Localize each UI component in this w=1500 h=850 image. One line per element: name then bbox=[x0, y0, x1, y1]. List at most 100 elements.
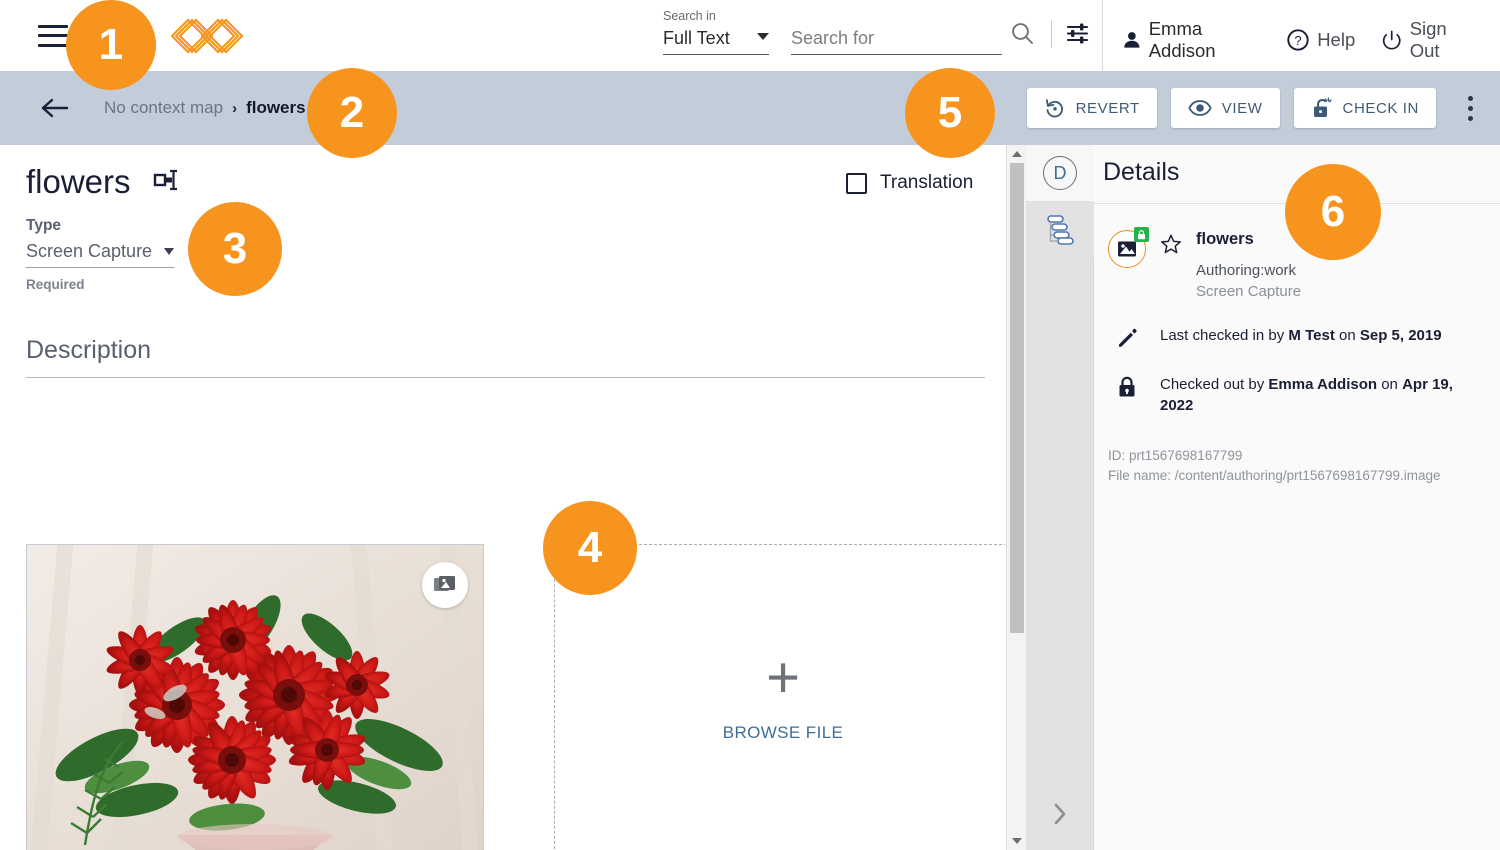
sidebar-item-hierarchy[interactable] bbox=[1026, 201, 1094, 257]
asset-type: Screen Capture bbox=[1196, 283, 1302, 300]
last-checked-in-row: Last checked in by M Test on Sep 5, 2019 bbox=[1108, 325, 1500, 349]
hamburger-icon[interactable] bbox=[38, 24, 68, 47]
more-vertical-icon[interactable] bbox=[1456, 91, 1484, 125]
last-checked-in-text: Last checked in by M Test on Sep 5, 2019 bbox=[1160, 325, 1460, 346]
back-arrow-icon[interactable] bbox=[40, 97, 70, 119]
callout-badge-6: 6 bbox=[1285, 164, 1381, 260]
browse-file-label[interactable]: BROWSE FILE bbox=[723, 723, 844, 743]
search-icon[interactable] bbox=[1010, 21, 1035, 51]
search-for-group bbox=[791, 24, 1002, 55]
hires-dropzone-wrap: + BROWSE FILE bbox=[554, 544, 1005, 850]
eye-icon bbox=[1188, 100, 1212, 116]
right-rail: D bbox=[1026, 145, 1094, 850]
asset-text-block: flowers Authoring:work Screen Capture bbox=[1196, 230, 1301, 300]
search-in-select[interactable]: Full Text bbox=[663, 24, 769, 55]
check-in-label: CHECK IN bbox=[1342, 99, 1419, 117]
chevron-right-icon: › bbox=[232, 99, 238, 117]
help-icon: ? bbox=[1287, 29, 1309, 51]
callout-badge-1: 1 bbox=[66, 0, 156, 90]
scrollbar-thumb[interactable] bbox=[1010, 163, 1024, 633]
expand-panel-button[interactable] bbox=[1026, 796, 1094, 832]
translation-label: Translation bbox=[880, 172, 974, 193]
scroll-down-arrow[interactable] bbox=[1007, 832, 1027, 850]
checked-out-prefix: Checked out by bbox=[1160, 376, 1269, 393]
breadcrumb: No context map › flowers bbox=[104, 98, 306, 118]
type-field: Type Screen Capture Required bbox=[26, 217, 1005, 292]
chevron-down-icon bbox=[757, 32, 769, 40]
scroll-up-arrow[interactable] bbox=[1007, 145, 1027, 163]
breadcrumb-action-bar: No context map › flowers REVERT VIEW CHE… bbox=[0, 71, 1500, 145]
callout-badge-3: 3 bbox=[188, 202, 282, 296]
asset-identifiers: ID: prt1567698167799 File name: /content… bbox=[1108, 446, 1500, 486]
last-checked-in-date: Sep 5, 2019 bbox=[1359, 327, 1442, 344]
brand-logo-icon[interactable] bbox=[168, 16, 246, 56]
chevron-right-icon bbox=[1054, 803, 1066, 825]
type-label: Type bbox=[26, 217, 62, 234]
checked-out-row: Checked out by Emma Addison on Apr 19, 2… bbox=[1108, 374, 1500, 416]
check-in-button[interactable]: CHECK IN bbox=[1293, 88, 1436, 128]
user-name-label: Emma Addison bbox=[1148, 18, 1216, 61]
search-input[interactable] bbox=[791, 24, 1002, 55]
photo-library-icon[interactable] bbox=[422, 562, 468, 608]
user-account-button[interactable]: Emma Addison bbox=[1122, 18, 1260, 62]
checked-out-actor: Emma Addison bbox=[1268, 376, 1378, 393]
type-select[interactable]: Screen Capture bbox=[26, 241, 174, 268]
description-title: Description bbox=[26, 336, 152, 364]
help-button[interactable]: ? Help bbox=[1286, 28, 1355, 52]
asset-name: flowers bbox=[1196, 230, 1254, 248]
power-icon bbox=[1383, 30, 1401, 50]
breadcrumb-root[interactable]: No context map bbox=[104, 98, 223, 118]
pencil-icon bbox=[1108, 325, 1146, 349]
header-vertical-divider bbox=[1102, 0, 1103, 71]
asset-subtitle: Authoring:work bbox=[1196, 262, 1297, 279]
rename-icon[interactable] bbox=[153, 169, 181, 196]
checked-out-middle: on bbox=[1377, 376, 1403, 393]
last-checked-in-prefix: Last checked in by bbox=[1160, 327, 1289, 344]
star-outline-icon[interactable] bbox=[1160, 233, 1182, 300]
lowres-thumbnail[interactable] bbox=[26, 544, 484, 850]
asset-id-line: ID: prt1567698167799 bbox=[1108, 448, 1243, 463]
d-circle-icon: D bbox=[1043, 156, 1077, 190]
search-in-group: Search in Full Text bbox=[663, 8, 769, 55]
translation-checkbox[interactable] bbox=[846, 172, 867, 194]
translation-checkbox-row[interactable]: Translation bbox=[846, 172, 973, 194]
main-scrollbar[interactable] bbox=[1006, 145, 1026, 850]
hires-dropzone[interactable]: + BROWSE FILE bbox=[554, 544, 1005, 850]
plus-icon: + bbox=[766, 645, 800, 710]
flowers-photo bbox=[27, 545, 483, 850]
top-header: Search in Full Text Search for Emma Addi… bbox=[0, 0, 1500, 71]
asset-file-name-line: File name: /content/authoring/prt1567698… bbox=[1108, 468, 1441, 483]
sign-out-button[interactable]: Sign Out bbox=[1381, 18, 1474, 62]
media-row: + BROWSE FILE bbox=[26, 544, 1005, 850]
callout-badge-4: 4 bbox=[543, 501, 637, 595]
callout-badge-2: 2 bbox=[307, 68, 397, 158]
sidebar-item-details[interactable]: D bbox=[1026, 145, 1094, 201]
breadcrumb-current: flowers bbox=[246, 98, 306, 117]
svg-text:?: ? bbox=[1295, 33, 1302, 48]
lock-icon bbox=[1108, 374, 1146, 398]
revert-icon bbox=[1045, 99, 1063, 118]
section-divider bbox=[26, 377, 985, 378]
view-button[interactable]: VIEW bbox=[1170, 88, 1280, 128]
help-label: Help bbox=[1317, 29, 1356, 50]
type-required-hint: Required bbox=[26, 277, 85, 292]
header-right-group: Emma Addison ? Help Sign Out bbox=[1122, 18, 1500, 62]
revert-label: REVERT bbox=[1075, 99, 1140, 117]
type-selected-value: Screen Capture bbox=[26, 241, 153, 261]
filter-settings-icon[interactable] bbox=[1065, 21, 1090, 51]
hierarchy-tree-icon bbox=[1047, 215, 1074, 245]
image-asset-icon bbox=[1108, 227, 1149, 268]
search-in-label: Search in bbox=[663, 9, 716, 23]
search-area: Search in Full Text bbox=[663, 8, 1002, 55]
green-lock-icon bbox=[1134, 227, 1149, 242]
last-checked-in-actor: M Test bbox=[1288, 327, 1335, 344]
action-buttons-group: REVERT VIEW CHECK IN bbox=[1026, 88, 1484, 128]
last-checked-in-middle: on bbox=[1334, 327, 1360, 344]
main-content: flowers Type Screen Capture Required Des… bbox=[0, 145, 1005, 850]
app-root: Search in Full Text Search for Emma Addi… bbox=[0, 0, 1500, 850]
chevron-down-icon bbox=[164, 248, 174, 255]
view-label: VIEW bbox=[1221, 99, 1263, 117]
unlock-icon bbox=[1313, 97, 1332, 117]
description-section-header: Description bbox=[26, 336, 985, 378]
revert-button[interactable]: REVERT bbox=[1026, 88, 1157, 128]
